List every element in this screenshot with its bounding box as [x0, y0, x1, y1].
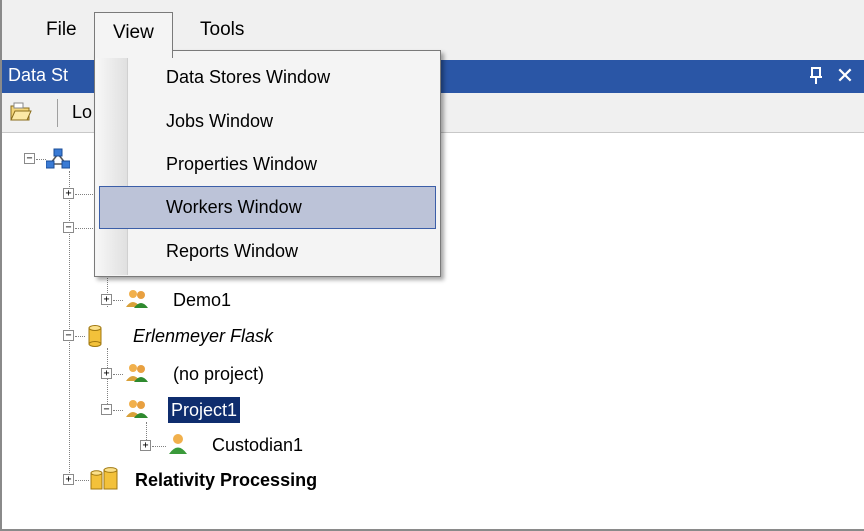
project-group-icon	[125, 288, 148, 310]
menu-item-workers-window[interactable]: Workers Window	[99, 186, 436, 229]
tree-node-collapse-toggle[interactable]: −	[63, 222, 74, 233]
tree-node-collapse-toggle[interactable]: −	[63, 330, 74, 341]
tree-node-expand-toggle[interactable]: +	[101, 294, 112, 305]
tree-node-expand-toggle[interactable]: +	[101, 368, 112, 379]
project-group-icon	[125, 362, 148, 384]
datastore-stack-icon	[90, 467, 120, 490]
toolbar-label[interactable]: Lo	[72, 102, 92, 123]
menu-file[interactable]: File	[30, 10, 93, 52]
tree-connector	[36, 159, 46, 160]
panel-title: Data St	[8, 65, 69, 85]
menu-tools[interactable]: Tools	[184, 10, 260, 52]
tree-connector	[75, 480, 89, 481]
open-folder-icon[interactable]	[10, 102, 32, 122]
network-root-icon	[45, 147, 71, 169]
tree-connector	[152, 446, 166, 447]
tree-node-expand-toggle[interactable]: +	[63, 474, 74, 485]
datastore-cylinder-icon	[88, 325, 110, 347]
tree-connector	[113, 374, 123, 375]
tree-connector-vertical	[107, 348, 108, 412]
menu-item-reports-window[interactable]: Reports Window	[99, 230, 436, 273]
menu-item-properties-window[interactable]: Properties Window	[99, 143, 436, 186]
tree-connector	[75, 336, 85, 337]
tree-node-expand-toggle[interactable]: +	[63, 188, 74, 199]
view-menu-dropdown: Data Stores Window Jobs Window Propertie…	[94, 50, 441, 277]
menu-view[interactable]: View	[94, 12, 173, 58]
tree-node-label[interactable]: Demo1	[170, 287, 234, 313]
project-group-icon	[125, 398, 148, 420]
tree-connector	[113, 300, 123, 301]
close-icon[interactable]: ✕	[834, 64, 856, 88]
pin-icon[interactable]	[808, 66, 824, 86]
tree-node-label[interactable]: Erlenmeyer Flask	[130, 323, 276, 349]
tree-node-expand-toggle[interactable]: +	[140, 440, 151, 451]
tree-root-collapse-toggle[interactable]: −	[24, 153, 35, 164]
custodian-person-icon	[168, 433, 190, 455]
tree-node-label[interactable]: Custodian1	[209, 432, 306, 458]
tree-node-label-selected[interactable]: Project1	[168, 397, 241, 423]
menu-item-jobs-window[interactable]: Jobs Window	[99, 100, 436, 143]
tree-node-label[interactable]: Relativity Processing	[132, 467, 320, 493]
menu-item-data-stores-window[interactable]: Data Stores Window	[99, 56, 436, 99]
tree-connector-vertical	[69, 171, 70, 479]
toolbar-separator	[57, 99, 58, 127]
tree-node-collapse-toggle[interactable]: −	[101, 404, 112, 415]
tree-connector	[113, 410, 123, 411]
tree-node-label[interactable]: (no project)	[170, 361, 267, 387]
